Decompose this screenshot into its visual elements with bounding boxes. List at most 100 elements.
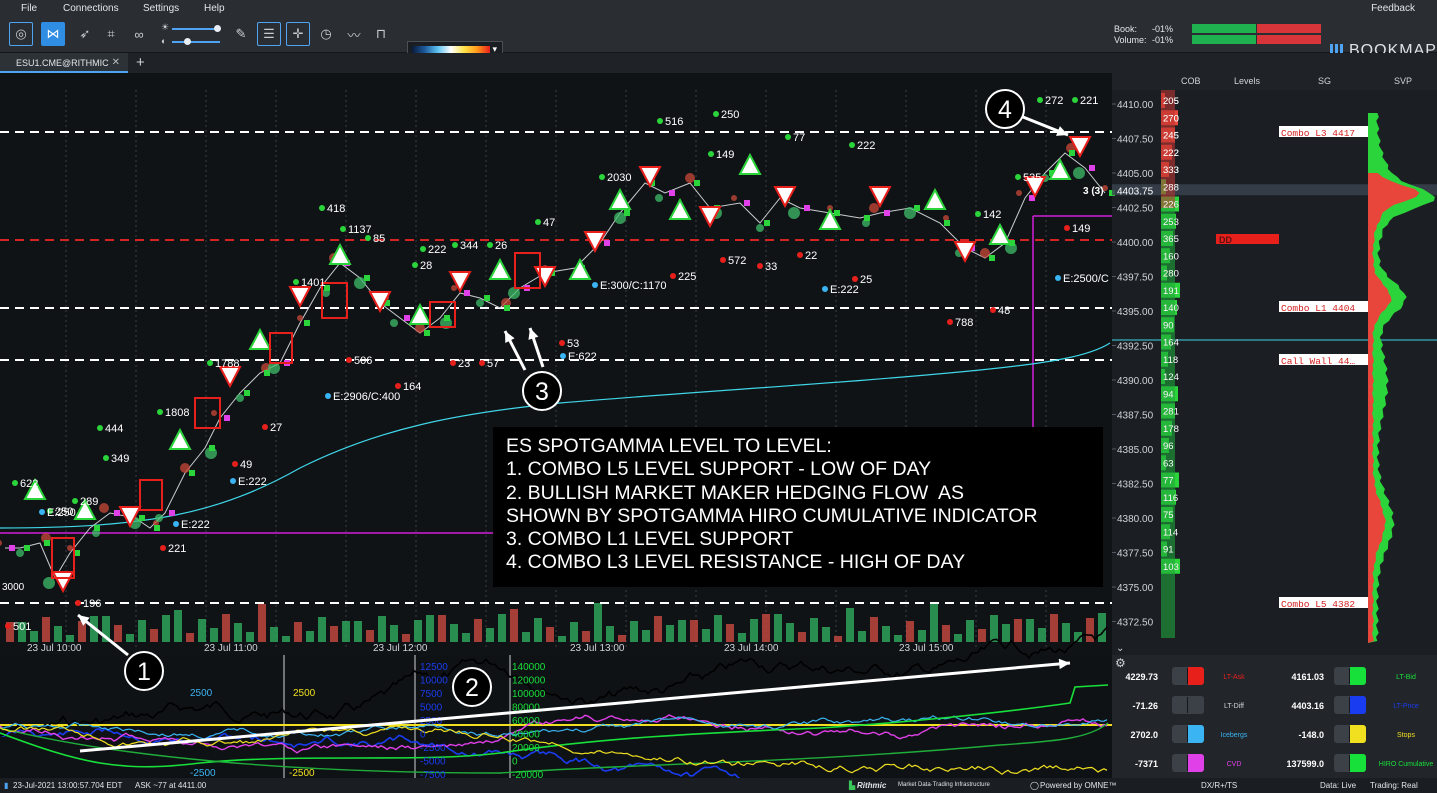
indicator-toggle[interactable] bbox=[1172, 696, 1204, 714]
time-label: 23 Jul 12:00 bbox=[373, 643, 428, 654]
red-marker-label: 572 bbox=[728, 255, 746, 267]
add-tab-button[interactable]: + bbox=[136, 54, 145, 71]
cob-value-overlay: 222 bbox=[1163, 148, 1179, 159]
pencil-icon[interactable]: ✎ bbox=[229, 22, 253, 46]
sub-axis-label: 12500 bbox=[420, 662, 448, 673]
volume-bar bbox=[606, 626, 614, 642]
green-marker-dot bbox=[293, 279, 299, 285]
trade-bubble bbox=[451, 285, 457, 291]
sub-axis-label: -2500 bbox=[289, 768, 315, 778]
red-marker-dot bbox=[990, 307, 996, 313]
green-marker-label: 1137 bbox=[348, 224, 372, 236]
cob-value-overlay: 124 bbox=[1163, 372, 1179, 383]
green-marker-label: 349 bbox=[111, 453, 129, 465]
trade-dot bbox=[604, 240, 610, 246]
menu-file[interactable]: File bbox=[21, 3, 37, 14]
indicator-toggle[interactable] bbox=[1172, 667, 1204, 685]
contrast-slider[interactable] bbox=[172, 41, 220, 43]
indicator-name: LT-Ask bbox=[1223, 674, 1245, 681]
status-data: Data: Live bbox=[1320, 781, 1357, 790]
indicator-toggle[interactable] bbox=[1334, 667, 1366, 685]
blue-marker-label: E:2500/C bbox=[1063, 273, 1109, 285]
volume-bar bbox=[702, 629, 710, 642]
time-label: 23 Jul 15:00 bbox=[899, 643, 954, 654]
indicator-toggle[interactable] bbox=[1172, 725, 1204, 743]
volume-bar bbox=[402, 634, 410, 642]
contrast-slider-knob[interactable] bbox=[184, 38, 191, 45]
line-chart-icon[interactable]: 〰 bbox=[342, 22, 366, 46]
cob-value-overlay: 114 bbox=[1163, 527, 1178, 538]
trade-dot bbox=[169, 510, 175, 516]
brightness-slider[interactable] bbox=[172, 28, 220, 30]
cob-value-overlay: 96 bbox=[1163, 441, 1174, 452]
annotation-line: SHOWN BY SPOTGAMMA HIRO CUMULATIVE INDIC… bbox=[506, 504, 1038, 527]
green-marker-dot bbox=[207, 360, 213, 366]
red-marker-dot bbox=[720, 257, 726, 263]
volume-bar bbox=[726, 624, 734, 642]
indicator-toggle[interactable] bbox=[1334, 754, 1366, 772]
status-datetime: 23-Jul-2021 13:00:57.704 EDT bbox=[13, 781, 123, 790]
share-nodes-icon[interactable]: ⋈ bbox=[41, 22, 65, 46]
trade-dot bbox=[764, 220, 770, 226]
green-marker-dot bbox=[1037, 97, 1043, 103]
crosshair-icon[interactable]: ✛ bbox=[286, 22, 310, 46]
volume-bar bbox=[186, 633, 194, 642]
sub-axis-label: 120000 bbox=[512, 676, 546, 687]
stopwatch-icon[interactable]: ◷ bbox=[314, 22, 338, 46]
gear-icon[interactable]: ⚙ bbox=[1115, 656, 1126, 670]
lock-icon[interactable]: ⊓ bbox=[369, 22, 393, 46]
trade-bubble bbox=[1073, 167, 1085, 179]
price-label: 4407.50 bbox=[1117, 135, 1154, 146]
trade-dot bbox=[9, 545, 15, 551]
feedback-link[interactable]: Feedback bbox=[1371, 3, 1415, 14]
volume-bar bbox=[798, 632, 806, 642]
indicator-row: 4229.73 LT-Ask 4161.03 LT-Bid bbox=[1112, 667, 1437, 699]
volume-bar bbox=[414, 620, 422, 642]
volume-bar bbox=[114, 625, 122, 642]
green-marker-label: 222 bbox=[428, 244, 446, 256]
blue-marker-dot bbox=[325, 393, 331, 399]
menu-connections[interactable]: Connections bbox=[63, 3, 119, 14]
link-icon[interactable]: ∞ bbox=[127, 22, 151, 46]
crosshair-target-icon[interactable]: ◎ bbox=[9, 22, 33, 46]
brightness-slider-knob[interactable] bbox=[214, 25, 221, 32]
tab-esu1[interactable]: ESU1.CME@RITHMIC ✕ bbox=[0, 53, 128, 73]
indicator-toggle[interactable] bbox=[1334, 696, 1366, 714]
trade-dot bbox=[864, 215, 870, 221]
volume-bar bbox=[138, 620, 146, 642]
tag-icon[interactable]: ⌗ bbox=[99, 22, 123, 46]
trade-bubble bbox=[655, 194, 663, 202]
time-label: 23 Jul 13:00 bbox=[570, 643, 625, 654]
chat-icon[interactable]: ☰ bbox=[257, 22, 281, 46]
menu-settings[interactable]: Settings bbox=[143, 3, 179, 14]
callout-number: 3 bbox=[535, 378, 549, 406]
red-marker-dot bbox=[346, 357, 352, 363]
menu-help[interactable]: Help bbox=[204, 3, 225, 14]
cob-value-overlay: 191 bbox=[1163, 286, 1179, 297]
indicator-name: CVD bbox=[1226, 761, 1242, 768]
trade-dot bbox=[94, 525, 100, 531]
volume-bar bbox=[198, 619, 206, 642]
close-icon[interactable]: ✕ bbox=[112, 57, 120, 68]
volume-bar bbox=[942, 625, 950, 642]
rocket-icon[interactable]: ➶ bbox=[73, 22, 97, 46]
indicator-toggle[interactable] bbox=[1172, 754, 1204, 772]
green-marker-label: 26 bbox=[495, 240, 507, 252]
time-label: 23 Jul 11:00 bbox=[204, 643, 258, 654]
blue-marker-dot bbox=[39, 509, 45, 515]
indicator-toggle[interactable] bbox=[1334, 725, 1366, 743]
sub-axis-label: 140000 bbox=[512, 662, 546, 673]
green-marker-dot bbox=[599, 174, 605, 180]
red-marker-label: 53 bbox=[567, 338, 579, 350]
book-value: -01% bbox=[1152, 24, 1174, 34]
trade-dot bbox=[114, 510, 120, 516]
trade-dot bbox=[744, 200, 750, 206]
time-label: 23 Jul 14:00 bbox=[724, 643, 779, 654]
volume-bar bbox=[474, 619, 482, 642]
volume-bar bbox=[642, 630, 650, 642]
red-marker-dot bbox=[670, 273, 676, 279]
trade-dot bbox=[464, 290, 470, 296]
price-label: 4395.00 bbox=[1117, 307, 1154, 318]
column-header-bar bbox=[1112, 73, 1437, 90]
annotation-line: 2. BULLISH MARKET MAKER HEDGING FLOW AS bbox=[506, 481, 964, 504]
